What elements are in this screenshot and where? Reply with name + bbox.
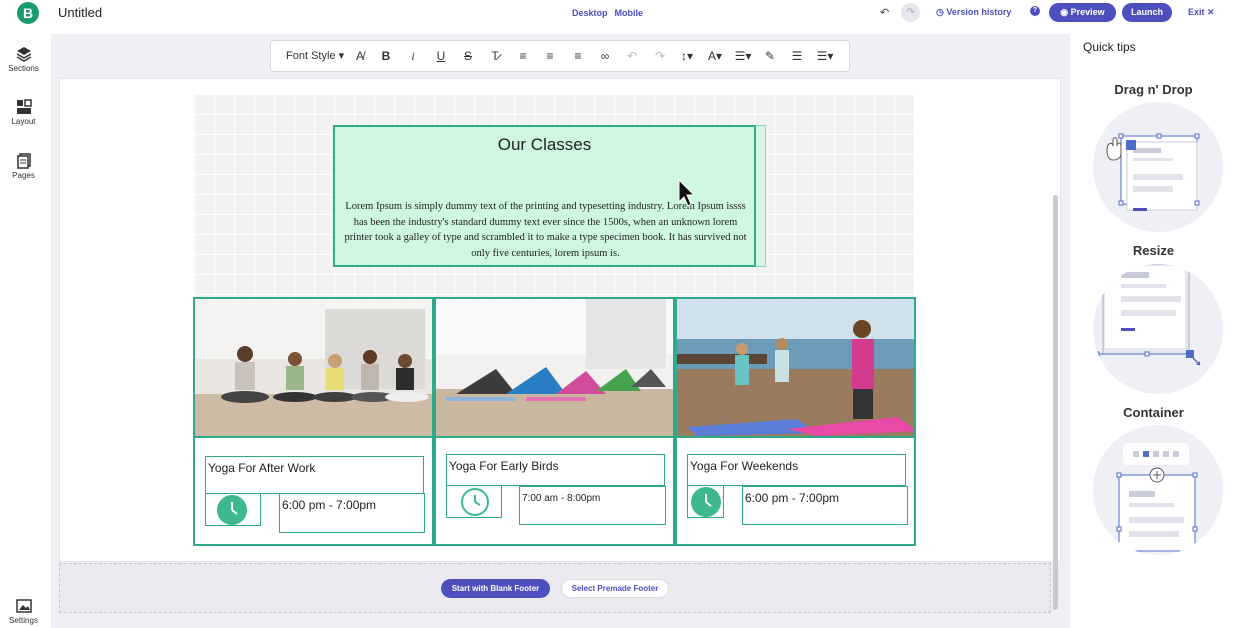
footer-placeholder — [59, 563, 1051, 613]
mobile-view-button[interactable]: Mobile — [615, 8, 644, 18]
sidebar-item-label: Sections — [8, 64, 39, 73]
sidebar-item-settings[interactable]: Settings — [0, 598, 47, 625]
highlight-icon[interactable]: ✎ — [761, 49, 779, 63]
document-title[interactable]: Untitled — [58, 5, 102, 20]
class-card[interactable]: Yoga For Early Birds 7:00 am - 8:00pm — [434, 297, 675, 546]
close-icon: ✕ — [1204, 7, 1215, 17]
class-card[interactable]: Yoga For Weekends 6:00 pm - 7:00pm — [675, 297, 916, 546]
undo-icon[interactable]: ↶ — [880, 6, 889, 19]
history-icon: ◷ — [936, 7, 947, 17]
clock-container[interactable] — [205, 493, 261, 526]
sidebar-item-sections[interactable]: Sections — [0, 46, 47, 73]
preview-button[interactable]: ◉ Preview — [1049, 3, 1116, 22]
premade-footer-button[interactable]: Select Premade Footer — [561, 579, 669, 598]
version-history-label: Version history — [946, 7, 1012, 17]
quick-tips-title: Quick tips — [1083, 40, 1136, 54]
card-time[interactable]: 7:00 am - 8:00pm — [519, 486, 666, 525]
card-time[interactable]: 6:00 pm - 7:00pm — [279, 493, 425, 533]
layers-icon — [16, 47, 31, 62]
clock-icon — [461, 488, 489, 516]
align-left-icon[interactable]: ≡ — [514, 49, 532, 63]
text-format-toolbar: Font Style ▾ A̸ B i U S T̷ ≡ ≡ ≡ ∞ ↶ ↷ ↕… — [270, 40, 850, 72]
font-style-label: Font Style — [286, 50, 336, 62]
yoga-photo[interactable] — [195, 299, 432, 436]
bold-icon[interactable]: B — [377, 49, 395, 63]
quick-tips-panel: Quick tips Drag n' Drop Resize Container — [1070, 34, 1237, 628]
sidebar-item-label: Pages — [12, 171, 35, 180]
yoga-photo[interactable] — [436, 299, 673, 436]
sidebar-item-label: Settings — [9, 616, 38, 625]
font-size-icon[interactable]: A▾ — [706, 49, 724, 63]
align-right-icon[interactable]: ≡ — [569, 49, 587, 63]
tip-label-drag: Drag n' Drop — [1114, 82, 1193, 97]
eye-icon: ◉ — [1060, 7, 1071, 17]
link-icon[interactable]: ∞ — [596, 49, 614, 63]
italic-icon[interactable]: i — [404, 49, 422, 64]
font-style-dropdown[interactable]: Font Style ▾ — [286, 49, 344, 62]
top-bar: B Untitled Desktop Mobile ↶ ↷ ◷ Version h… — [0, 0, 1237, 26]
preview-label: Preview — [1070, 7, 1105, 17]
help-icon[interactable]: ? — [1030, 6, 1040, 16]
card-time[interactable]: 6:00 pm - 7:00pm — [742, 486, 908, 525]
resize-illustration — [1093, 264, 1223, 394]
class-card[interactable]: Yoga For After Work 6:00 pm - 7:00pm — [193, 297, 434, 546]
settings-icon — [15, 599, 32, 613]
yoga-studio-image — [436, 299, 673, 436]
sidebar-item-pages[interactable]: Pages — [0, 153, 47, 180]
redo-text-icon[interactable]: ↷ — [651, 49, 669, 63]
divider — [195, 436, 432, 438]
clock-icon — [691, 487, 721, 517]
align-center-icon[interactable]: ≡ — [541, 49, 559, 63]
exit-button[interactable]: Exit ✕ — [1188, 7, 1215, 18]
selection-handle[interactable] — [756, 125, 766, 267]
version-history-link[interactable]: ◷ Version history — [936, 7, 1011, 18]
container-illustration — [1093, 425, 1223, 555]
card-title[interactable]: Yoga For After Work — [205, 456, 424, 494]
drag-drop-illustration — [1093, 102, 1223, 232]
card-title[interactable]: Yoga For Weekends — [687, 454, 906, 486]
divider — [677, 436, 914, 438]
canvas-scrollbar[interactable] — [1053, 195, 1058, 610]
bullet-list-icon[interactable]: ☰▾ — [816, 49, 834, 63]
undo-text-icon[interactable]: ↶ — [623, 49, 641, 63]
brand-logo[interactable]: B — [17, 2, 39, 24]
redo-icon[interactable]: ↷ — [901, 3, 920, 22]
blank-footer-button[interactable]: Start with Blank Footer — [441, 579, 550, 598]
sidebar-item-label: Layout — [11, 117, 36, 126]
clock-icon — [217, 495, 247, 525]
clock-container[interactable] — [446, 485, 502, 518]
yoga-group-image — [195, 299, 432, 436]
clock-container[interactable] — [687, 485, 724, 518]
strikethrough-icon[interactable]: S — [459, 49, 477, 63]
section-title[interactable]: Our Classes — [335, 135, 754, 155]
text-color-icon[interactable]: A̸ — [351, 49, 369, 63]
sidebar-item-layout[interactable]: Layout — [0, 99, 47, 126]
clear-format-icon[interactable]: T̷ — [486, 49, 504, 63]
pages-icon — [16, 153, 31, 169]
tip-label-resize: Resize — [1132, 243, 1175, 258]
exit-label: Exit — [1188, 7, 1205, 17]
line-height-icon[interactable]: ↕▾ — [678, 49, 696, 63]
card-title[interactable]: Yoga For Early Birds — [446, 454, 665, 486]
left-sidebar: Sections Layout Pages Settings — [0, 34, 47, 628]
ordered-list-icon[interactable]: ☰ — [788, 49, 806, 63]
divider — [436, 436, 673, 438]
yoga-beach-image — [677, 299, 914, 436]
desktop-view-button[interactable]: Desktop — [572, 8, 608, 18]
launch-button[interactable]: Launch — [1122, 3, 1172, 22]
yoga-photo[interactable] — [677, 299, 914, 436]
underline-icon[interactable]: U — [432, 49, 450, 63]
tip-label-container: Container — [1123, 405, 1184, 420]
layout-icon — [16, 99, 32, 114]
text-spacing-icon[interactable]: ☰▾ — [734, 49, 752, 63]
view-switch: Desktop Mobile — [572, 8, 650, 18]
section-body-text[interactable]: Lorem Ipsum is simply dummy text of the … — [340, 199, 751, 261]
mouse-cursor-icon — [678, 178, 695, 207]
